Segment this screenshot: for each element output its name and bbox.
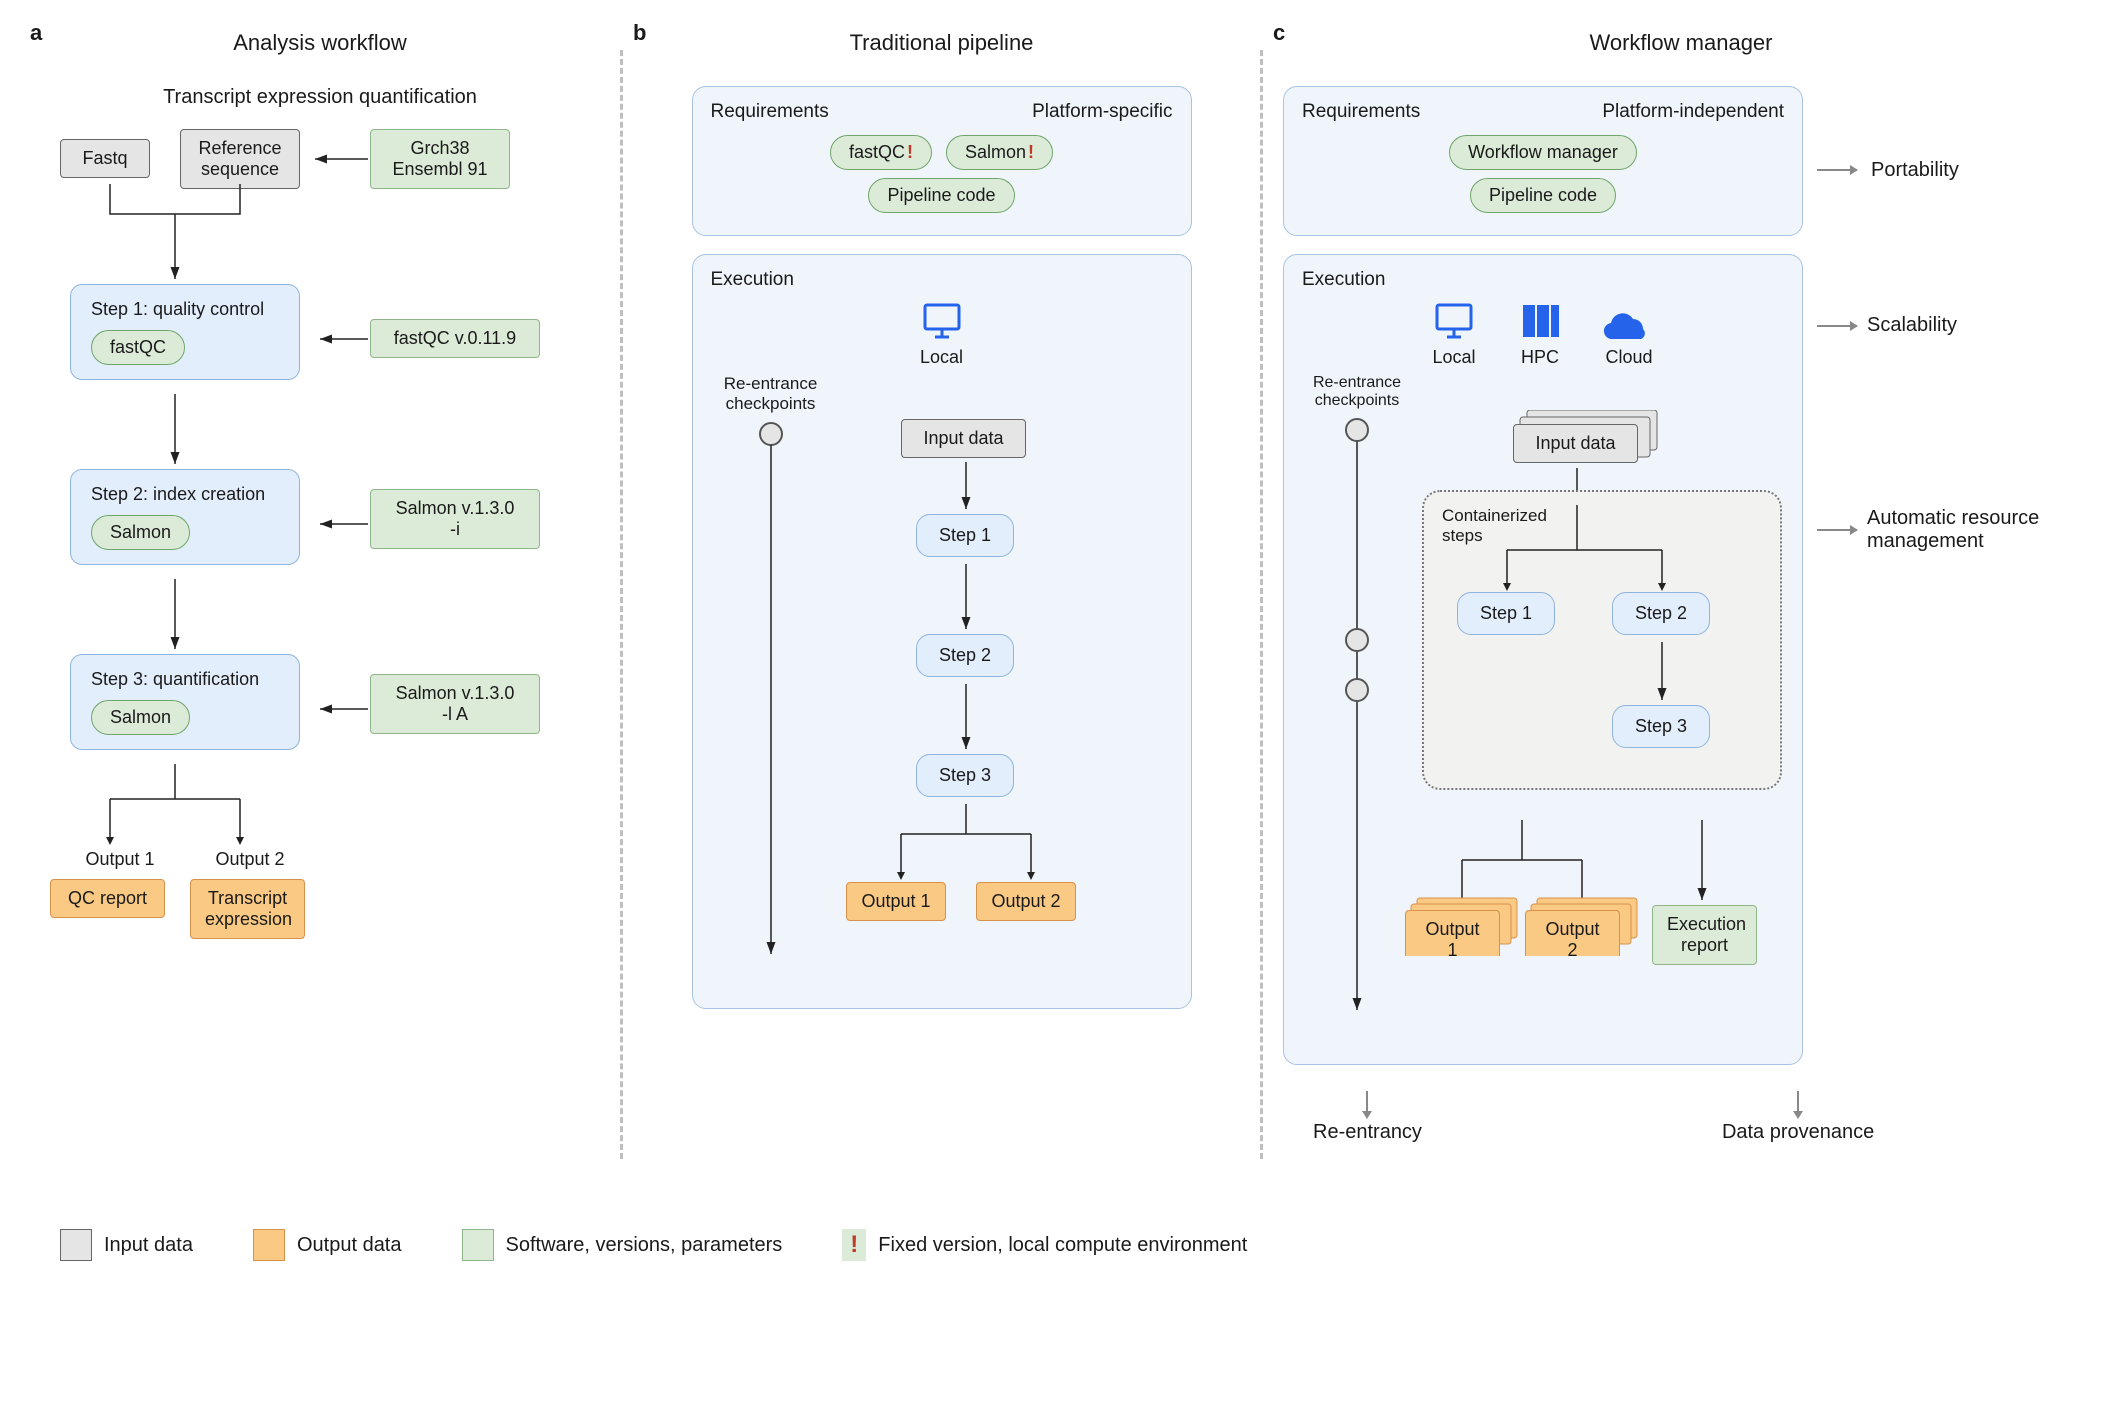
- c-hpc-label: HPC: [1521, 347, 1559, 368]
- step1-param: fastQC v.0.11.9: [370, 319, 540, 358]
- arrow-down-icon: [1357, 1091, 1377, 1121]
- swatch-orange: [253, 1229, 285, 1261]
- exclaim-icon: !: [1028, 142, 1034, 162]
- panel-a-svg: Fastq Reference sequence Grch38 Ensembl …: [40, 129, 600, 1179]
- panel-b-requirements: Requirements Platform-specific fastQC! S…: [692, 86, 1192, 236]
- exclaim-icon: !: [842, 1229, 866, 1261]
- step1-title: Step 1: quality control: [91, 299, 279, 320]
- c-execreport: Execution report: [1652, 905, 1757, 965]
- arrow-down-icon: [1788, 1091, 1808, 1121]
- out2-label: Output 2: [190, 849, 310, 870]
- grch-box: Grch38 Ensembl 91: [370, 129, 510, 189]
- step3-title: Step 3: quantification: [91, 669, 279, 690]
- cloud-icon: [1603, 301, 1655, 341]
- c-exec-header: Execution: [1302, 269, 1784, 291]
- step3-box: Step 3: quantification Salmon: [70, 654, 300, 750]
- panel-b-letter: b: [633, 20, 646, 46]
- refseq-box: Reference sequence: [180, 129, 300, 189]
- b-out1: Output 1: [846, 882, 946, 921]
- c-reentrance-label: Re-entrance checkpoints: [1302, 374, 1412, 410]
- b-step2: Step 2: [916, 634, 1014, 677]
- c-local-label: Local: [1432, 347, 1475, 368]
- step2-param: Salmon v.1.3.0 -i: [370, 489, 540, 549]
- fastq-box: Fastq: [60, 139, 150, 178]
- panel-a: a Analysis workflow Transcript expressio…: [20, 20, 620, 1189]
- swatch-green: [462, 1229, 494, 1261]
- exclaim-icon: !: [907, 142, 913, 162]
- legend: Input data Output data Software, version…: [20, 1229, 2099, 1261]
- monitor-icon: [1431, 301, 1477, 341]
- out1-box: QC report: [50, 879, 165, 918]
- out2-box: Transcript expression: [190, 879, 305, 939]
- c-out1: Output 1: [1405, 910, 1500, 956]
- step1-box: Step 1: quality control fastQC: [70, 284, 300, 380]
- b-req-right: Platform-specific: [1032, 101, 1172, 123]
- c-step2: Step 2: [1612, 592, 1710, 635]
- annot-resource: Automatic resource management: [1867, 507, 2039, 553]
- step3-tool: Salmon: [91, 700, 190, 735]
- annot-provenance: Data provenance: [1722, 1121, 1874, 1144]
- annot-portability: Portability: [1871, 159, 1959, 182]
- server-icon: [1517, 301, 1563, 341]
- panel-a-letter: a: [30, 20, 42, 46]
- annot-reentrancy: Re-entrancy: [1313, 1121, 1422, 1144]
- arrow-right-icon: [1817, 325, 1857, 327]
- out1-label: Output 1: [60, 849, 180, 870]
- panel-c: c Workflow manager Requirements Platform…: [1263, 20, 2099, 1189]
- panel-a-title: Analysis workflow: [40, 30, 600, 56]
- legend-software-label: Software, versions, parameters: [506, 1234, 783, 1257]
- legend-input: Input data: [60, 1229, 193, 1261]
- legend-output-label: Output data: [297, 1234, 402, 1257]
- panel-b-title: Traditional pipeline: [643, 30, 1240, 56]
- legend-output: Output data: [253, 1229, 402, 1261]
- b-out2: Output 2: [976, 882, 1076, 921]
- panel-c-letter: c: [1273, 20, 1285, 46]
- step3-param: Salmon v.1.3.0 -l A: [370, 674, 540, 734]
- b-pill-salmon-text: Salmon: [965, 142, 1026, 162]
- step2-box: Step 2: index creation Salmon: [70, 469, 300, 565]
- c-out2: Output 2: [1525, 910, 1620, 956]
- b-pill-salmon: Salmon!: [946, 135, 1053, 170]
- legend-software: Software, versions, parameters: [462, 1229, 783, 1261]
- arrow-right-icon: [1817, 169, 1857, 171]
- b-req-left: Requirements: [711, 101, 829, 123]
- panel-c-title: Workflow manager: [1283, 30, 2079, 56]
- panel-c-execution: Execution Local HPC Cloud: [1283, 254, 1803, 1065]
- b-input-box: Input data: [901, 419, 1026, 458]
- step1-tool: fastQC: [91, 330, 185, 365]
- containerized-label: Containerized steps: [1442, 506, 1762, 546]
- panel-b-execution: Execution Local Re-entrance checkpoints …: [692, 254, 1192, 1009]
- c-cloud-label: Cloud: [1605, 347, 1652, 368]
- c-req-right: Platform-independent: [1602, 101, 1784, 123]
- step2-tool: Salmon: [91, 515, 190, 550]
- annot-scalability: Scalability: [1867, 314, 1957, 337]
- legend-fixed: ! Fixed version, local compute environme…: [842, 1229, 1247, 1261]
- c-step3: Step 3: [1612, 705, 1710, 748]
- panel-c-svg: Input data Containerized steps Ste: [1302, 410, 1792, 1050]
- panel-a-subtitle: Transcript expression quantification: [40, 86, 600, 109]
- c-pill-wm: Workflow manager: [1449, 135, 1637, 170]
- b-step1: Step 1: [916, 514, 1014, 557]
- swatch-gray: [60, 1229, 92, 1261]
- b-pill-fastqc-text: fastQC: [849, 142, 905, 162]
- step2-title: Step 2: index creation: [91, 484, 279, 505]
- b-exec-header: Execution: [711, 269, 1173, 291]
- figure-row: a Analysis workflow Transcript expressio…: [20, 20, 2099, 1189]
- arrow-right-icon: [1817, 529, 1857, 531]
- c-pill-code: Pipeline code: [1470, 178, 1616, 213]
- monitor-icon: [919, 301, 965, 341]
- b-pill-fastqc: fastQC!: [830, 135, 932, 170]
- panel-c-requirements: Requirements Platform-independent Workfl…: [1283, 86, 1803, 236]
- b-reentrance-label: Re-entrance checkpoints: [711, 374, 831, 414]
- b-local-label: Local: [920, 347, 963, 368]
- c-step1: Step 1: [1457, 592, 1555, 635]
- legend-fixed-label: Fixed version, local compute environment: [878, 1234, 1247, 1257]
- panel-b-svg: Input data Step 1 Step 2 Step 3: [711, 414, 1171, 994]
- b-step3: Step 3: [916, 754, 1014, 797]
- b-pill-code: Pipeline code: [868, 178, 1014, 213]
- panel-b: b Traditional pipeline Requirements Plat…: [623, 20, 1260, 1189]
- c-input-box: Input data: [1513, 424, 1638, 463]
- legend-input-label: Input data: [104, 1234, 193, 1257]
- c-req-left: Requirements: [1302, 101, 1420, 123]
